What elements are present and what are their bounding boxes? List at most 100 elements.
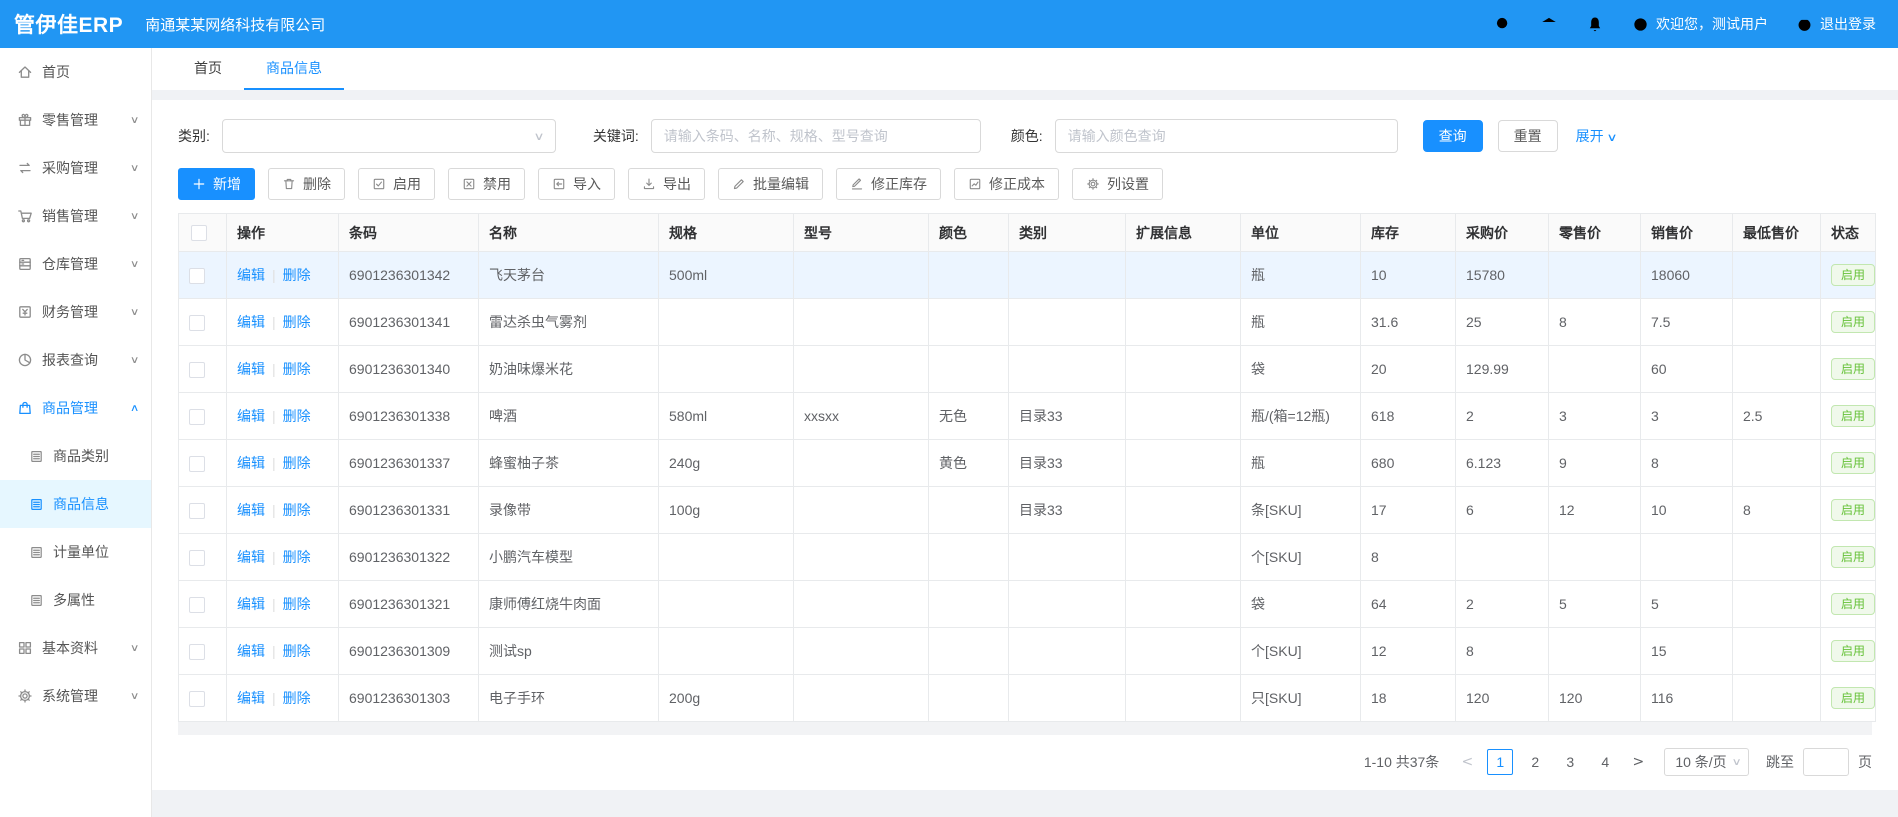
sidebar-item-system[interactable]: 系统管理∨ [0, 672, 151, 720]
edit-link[interactable]: 编辑 [237, 408, 265, 424]
cell-spec [659, 581, 794, 628]
delete-link[interactable]: 删除 [283, 408, 311, 424]
sidebar-item-finance[interactable]: 财务管理∨ [0, 288, 151, 336]
row-checkbox[interactable] [189, 315, 205, 331]
user-welcome[interactable]: 欢迎您，测试用户 [1632, 14, 1768, 34]
delete-button[interactable]: 删除 [268, 168, 345, 200]
edit-link[interactable]: 编辑 [237, 361, 265, 377]
sidebar-item-home[interactable]: 首页 [0, 48, 151, 96]
button-label: 修正成本 [989, 174, 1045, 194]
keyword-input[interactable] [651, 119, 981, 153]
delete-link[interactable]: 删除 [283, 361, 311, 377]
next-page-button[interactable]: > [1627, 754, 1649, 770]
delete-link[interactable]: 删除 [283, 455, 311, 471]
query-button[interactable]: 查询 [1423, 120, 1483, 152]
page-size-select[interactable]: 10 条/页 ∨ [1664, 748, 1749, 776]
delete-link[interactable]: 删除 [283, 502, 311, 518]
edit-link[interactable]: 编辑 [237, 455, 265, 471]
tab-goods-info[interactable]: 商品信息 [244, 48, 344, 90]
row-checkbox[interactable] [189, 456, 205, 472]
cell-model [794, 675, 929, 722]
export-button[interactable]: 导出 [628, 168, 705, 200]
add-button[interactable]: 新增 [178, 168, 255, 200]
fix-cost-button[interactable]: 修正成本 [954, 168, 1059, 200]
prev-page-button[interactable]: < [1456, 754, 1478, 770]
row-checkbox[interactable] [189, 550, 205, 566]
sidebar-item-label: 财务管理 [42, 302, 98, 322]
sidebar-item-purchase[interactable]: 采购管理∨ [0, 144, 151, 192]
edit-link[interactable]: 编辑 [237, 267, 265, 283]
row-checkbox[interactable] [189, 644, 205, 660]
button-label: 导出 [663, 174, 691, 194]
delete-link[interactable]: 删除 [283, 267, 311, 283]
cell-stock: 18 [1361, 675, 1456, 722]
chevron-up-icon: ∧ [130, 403, 140, 414]
page-number-4[interactable]: 4 [1592, 749, 1618, 775]
bell-icon[interactable] [1586, 15, 1604, 33]
sidebar-item-sales[interactable]: 销售管理∨ [0, 192, 151, 240]
sidebar-item-basic-data[interactable]: 基本资料∨ [0, 624, 151, 672]
page-number-3[interactable]: 3 [1557, 749, 1583, 775]
color-input[interactable] [1055, 119, 1398, 153]
edit-link[interactable]: 编辑 [237, 596, 265, 612]
row-checkbox[interactable] [189, 691, 205, 707]
sidebar-item-warehouse[interactable]: 仓库管理∨ [0, 240, 151, 288]
toolbar: 新增删除启用禁用导入 导出 批量编辑修正库存 修正成本 列设置 [178, 168, 1872, 200]
row-checkbox[interactable] [189, 362, 205, 378]
logout-button[interactable]: 退出登录 [1796, 14, 1876, 34]
disable-button[interactable]: 禁用 [448, 168, 525, 200]
cell-purchase: 8 [1456, 628, 1549, 675]
edit-link[interactable]: 编辑 [237, 314, 265, 330]
edit-link[interactable]: 编辑 [237, 502, 265, 518]
expand-link[interactable]: 展开∨ [1576, 126, 1616, 146]
reset-button[interactable]: 重置 [1498, 120, 1558, 152]
delete-link[interactable]: 删除 [283, 314, 311, 330]
column-settings-button[interactable]: 列设置 [1072, 168, 1163, 200]
import-icon [552, 177, 566, 191]
sidebar-item-goods[interactable]: 商品管理 ∧ [0, 384, 151, 432]
fix-stock-button[interactable]: 修正库存 [836, 168, 941, 200]
cell-sale: 116 [1641, 675, 1733, 722]
row-checkbox[interactable] [189, 268, 205, 284]
row-checkbox[interactable] [189, 597, 205, 613]
edit-link[interactable]: 编辑 [237, 643, 265, 659]
sidebar-item-multi-attribute[interactable]: 多属性 [0, 576, 151, 624]
table-row: 编辑|删除6901236301303电子手环200g只[SKU]18120120… [179, 675, 1876, 722]
tab-home[interactable]: 首页 [172, 48, 244, 90]
category-select[interactable]: ∨ [222, 119, 556, 153]
select-all-checkbox[interactable] [191, 225, 207, 241]
bank-icon[interactable] [1540, 15, 1558, 33]
chevron-down-icon: ∨ [130, 643, 140, 654]
sidebar-item-label: 商品管理 [42, 398, 98, 418]
cell-unit: 个[SKU] [1241, 534, 1361, 581]
batch-edit-button[interactable]: 批量编辑 [718, 168, 823, 200]
cell-name: 录像带 [479, 487, 659, 534]
cell-name: 奶油味爆米花 [479, 346, 659, 393]
enable-button[interactable]: 启用 [358, 168, 435, 200]
edit-link[interactable]: 编辑 [237, 549, 265, 565]
delete-link[interactable]: 删除 [283, 549, 311, 565]
column-header: 颜色 [929, 214, 1009, 252]
sidebar-item-goods-category[interactable]: 商品类别 [0, 432, 151, 480]
horizontal-scrollbar[interactable] [178, 722, 1872, 735]
sidebar-item-reports[interactable]: 报表查询∨ [0, 336, 151, 384]
row-checkbox[interactable] [189, 409, 205, 425]
jump-page-input[interactable] [1803, 748, 1849, 776]
edit-link[interactable]: 编辑 [237, 690, 265, 706]
delete-link[interactable]: 删除 [283, 643, 311, 659]
delete-link[interactable]: 删除 [283, 690, 311, 706]
import-button[interactable]: 导入 [538, 168, 615, 200]
row-actions-cell: 编辑|删除 [227, 346, 339, 393]
sidebar-item-goods-info[interactable]: 商品信息 [0, 480, 151, 528]
page-number-2[interactable]: 2 [1522, 749, 1548, 775]
page-number-1[interactable]: 1 [1487, 749, 1513, 775]
money-icon [17, 304, 33, 320]
sidebar-item-retail[interactable]: 零售管理∨ [0, 96, 151, 144]
row-select-cell [179, 440, 227, 487]
sidebar-item-measure-unit[interactable]: 计量单位 [0, 528, 151, 576]
status-badge: 启用 [1831, 264, 1875, 286]
delete-link[interactable]: 删除 [283, 596, 311, 612]
row-checkbox[interactable] [189, 503, 205, 519]
search-icon[interactable] [1494, 15, 1512, 33]
cell-ext [1126, 675, 1241, 722]
